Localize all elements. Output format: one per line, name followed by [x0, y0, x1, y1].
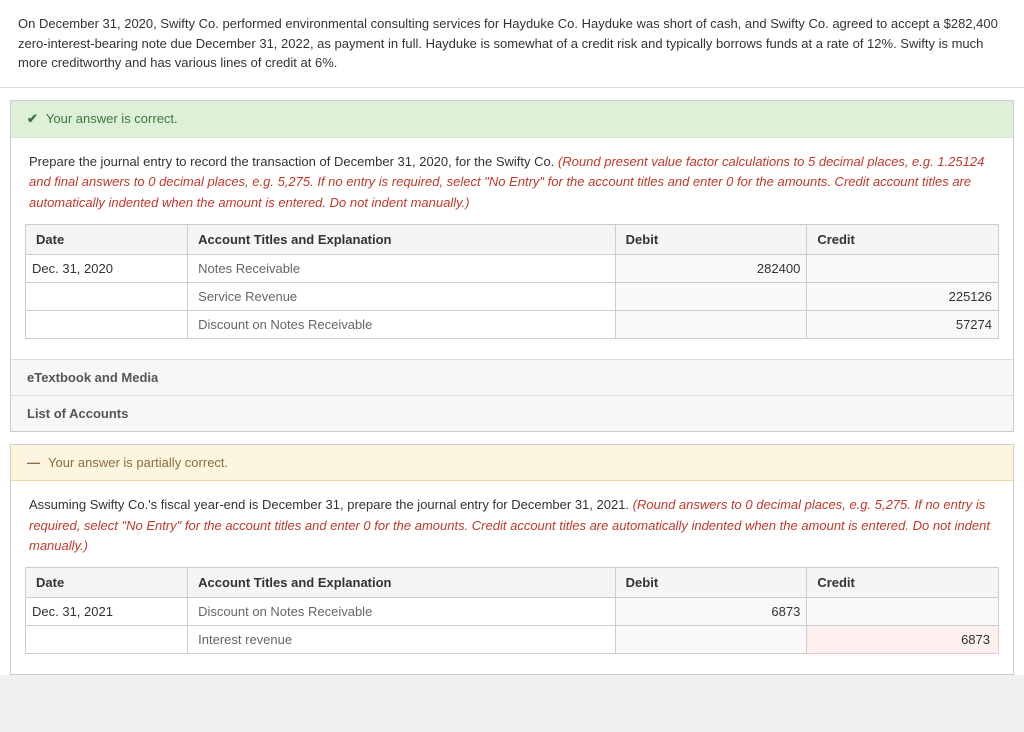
s2-row2-credit-cell: 6873 [807, 626, 999, 654]
row3-account-cell[interactable] [188, 310, 616, 338]
page-container: On December 31, 2020, Swifty Co. perform… [0, 0, 1024, 675]
section2-journal-table: Date Account Titles and Explanation Debi… [25, 567, 999, 654]
col-header-credit: Credit [807, 224, 999, 254]
section1-journal-table: Date Account Titles and Explanation Debi… [25, 224, 999, 339]
row1-debit-cell: 282400 [615, 254, 807, 282]
row2-credit-cell: 225126 [807, 282, 999, 310]
s2-row1-account-cell[interactable] [188, 598, 616, 626]
row1-account-cell[interactable] [188, 254, 616, 282]
section1-status-bar: ✔ Your answer is correct. [11, 101, 1013, 138]
table-row: Dec. 31, 2021 6873 [26, 598, 999, 626]
section1-block: ✔ Your answer is correct. Prepare the jo… [10, 100, 1014, 432]
row2-date [26, 282, 188, 310]
col-header-debit: Debit [615, 224, 807, 254]
row1-date: Dec. 31, 2020 [26, 254, 188, 282]
section2-status-text: Your answer is partially correct. [48, 455, 228, 470]
s2-col-header-date: Date [26, 568, 188, 598]
s2-row2-date [26, 626, 188, 654]
row2-debit-cell [615, 282, 807, 310]
row2-account-cell[interactable] [188, 282, 616, 310]
s2-col-header-account: Account Titles and Explanation [188, 568, 616, 598]
s2-row1-date: Dec. 31, 2021 [26, 598, 188, 626]
s2-row2-debit-cell [615, 626, 807, 654]
etextbook-label[interactable]: eTextbook and Media [11, 359, 1013, 395]
row3-credit-cell: 57274 [807, 310, 999, 338]
problem-statement: On December 31, 2020, Swifty Co. perform… [0, 0, 1024, 88]
section2-table-wrapper: Date Account Titles and Explanation Debi… [11, 567, 1013, 674]
etextbook-row[interactable]: eTextbook and Media [11, 359, 1013, 395]
col-header-date: Date [26, 224, 188, 254]
table-row: Dec. 31, 2020 282400 [26, 254, 999, 282]
row3-account-input[interactable] [194, 315, 609, 334]
row1-credit-cell [807, 254, 999, 282]
row3-debit-cell [615, 310, 807, 338]
section1-instruction-plain: Prepare the journal entry to record the … [29, 154, 554, 169]
col-header-account: Account Titles and Explanation [188, 224, 616, 254]
s2-row1-debit-cell: 6873 [615, 598, 807, 626]
list-accounts-row[interactable]: List of Accounts [11, 395, 1013, 431]
section1-table-wrapper: Date Account Titles and Explanation Debi… [11, 224, 1013, 359]
table-row: 225126 [26, 282, 999, 310]
s2-col-header-credit: Credit [807, 568, 999, 598]
section2-instructions: Assuming Swifty Co.'s fiscal year-end is… [11, 481, 1013, 567]
problem-text: On December 31, 2020, Swifty Co. perform… [18, 16, 998, 70]
section2-block: — Your answer is partially correct. Assu… [10, 444, 1014, 675]
row3-date [26, 310, 188, 338]
section2-status-bar: — Your answer is partially correct. [11, 445, 1013, 481]
partial-icon: — [27, 455, 40, 470]
s2-row2-account-input[interactable] [194, 630, 609, 649]
table-row: 57274 [26, 310, 999, 338]
section1-status-text: Your answer is correct. [46, 111, 178, 126]
table-row: 6873 [26, 626, 999, 654]
section1-instructions: Prepare the journal entry to record the … [11, 138, 1013, 224]
s2-row2-account-cell[interactable] [188, 626, 616, 654]
correct-icon: ✔ [27, 111, 38, 127]
s2-row1-account-input[interactable] [194, 602, 609, 621]
row1-account-input[interactable] [194, 259, 609, 278]
s2-row1-credit-cell [807, 598, 999, 626]
row2-account-input[interactable] [194, 287, 609, 306]
list-accounts-label[interactable]: List of Accounts [11, 395, 1013, 431]
s2-col-header-debit: Debit [615, 568, 807, 598]
section2-instruction-plain: Assuming Swifty Co.'s fiscal year-end is… [29, 497, 629, 512]
